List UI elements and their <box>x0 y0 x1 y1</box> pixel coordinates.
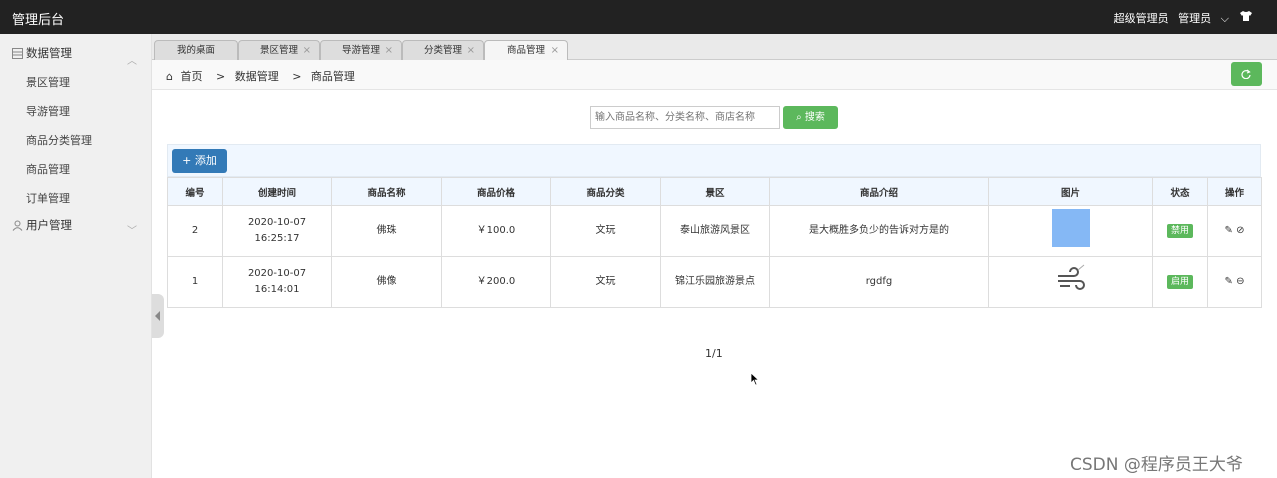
chevron-down-icon: ⌵ <box>1220 12 1229 25</box>
breadcrumb-separator: > <box>292 70 302 83</box>
sidebar-group-data[interactable]: 数据管理 ︿ <box>0 39 151 68</box>
sidebar-item-product[interactable]: 商品管理 <box>0 155 151 184</box>
col-header: 状态 <box>1152 177 1208 206</box>
table-row: 1 2020-10-07 16:14:01 佛像 ￥200.0 文玩 锦江乐园旅… <box>167 256 1262 308</box>
tab-category[interactable]: 分类管理 × <box>402 40 484 60</box>
sidebar-item-category[interactable]: 商品分类管理 <box>0 126 151 155</box>
search-icon: ⌕ <box>796 112 802 123</box>
watermark: CSDN @程序员王大爷 <box>1070 455 1243 475</box>
status-badge: 启用 <box>1166 275 1193 289</box>
cell-time: 2020-10-07 16:14:01 <box>222 256 332 308</box>
sidebar-item-order[interactable]: 订单管理 <box>0 184 151 213</box>
table-toolbar: + 添加 <box>167 144 1261 177</box>
chevron-up-icon: ︿ <box>127 56 137 67</box>
product-table: 编号 创建时间 商品名称 商品价格 商品分类 景区 商品介绍 图片 状态 操作 … <box>167 177 1262 308</box>
cell-id: 2 <box>167 205 223 257</box>
tab-label: 景区管理 <box>259 45 298 56</box>
breadcrumb-separator: > <box>215 70 226 83</box>
tshirt-icon[interactable] <box>1239 9 1253 23</box>
close-icon[interactable]: × <box>303 41 311 61</box>
search-button[interactable]: ⌕ 搜索 <box>783 106 838 129</box>
tab-label: 导游管理 <box>341 45 380 56</box>
cell-intro: 是大概胜多负少的告诉对方是的 <box>769 205 989 257</box>
refresh-button[interactable] <box>1231 62 1262 86</box>
sidebar: 数据管理 ︿ 景区管理 导游管理 商品分类管理 商品管理 订单管理 用户管理 ﹀ <box>0 34 152 478</box>
tab-guide[interactable]: 导游管理 × <box>320 40 402 60</box>
mouse-cursor-icon <box>750 372 760 386</box>
cell-image <box>988 205 1153 257</box>
tab-product[interactable]: 商品管理 × <box>484 40 568 60</box>
minus-circle-icon[interactable]: ⊖ <box>1236 276 1244 287</box>
close-icon[interactable]: × <box>467 41 475 61</box>
pencil-icon[interactable]: ✎ <box>1225 225 1233 236</box>
chevron-down-icon: ﹀ <box>127 226 137 237</box>
table-header-row: 编号 创建时间 商品名称 商品价格 商品分类 景区 商品介绍 图片 状态 操作 <box>167 177 1262 206</box>
plus-icon: + <box>182 154 192 167</box>
breadcrumb: ⌂ 首页 > 数据管理 > 商品管理 <box>166 68 359 84</box>
user-icon <box>12 220 23 231</box>
sidebar-group-label: 用户管理 <box>26 218 72 232</box>
tab-scenic[interactable]: 景区管理 × <box>238 40 320 60</box>
cell-actions: ✎ ⊖ <box>1207 256 1262 308</box>
close-icon[interactable]: × <box>385 41 393 61</box>
cell-category: 文玩 <box>550 205 661 257</box>
breadcrumb-bar: ⌂ 首页 > 数据管理 > 商品管理 <box>152 60 1277 90</box>
cell-scenic: 锦江乐园旅游景点 <box>660 256 770 308</box>
close-icon[interactable]: × <box>551 41 559 61</box>
breadcrumb-home[interactable]: 首页 <box>180 70 202 83</box>
search-button-label: 搜索 <box>804 112 825 123</box>
col-header: 图片 <box>988 177 1153 206</box>
cell-category: 文玩 <box>550 256 661 308</box>
sidebar-item-guide[interactable]: 导游管理 <box>0 97 151 126</box>
user-name[interactable]: 管理员 <box>1178 12 1211 25</box>
col-header: 商品介绍 <box>769 177 989 206</box>
table-row: 2 2020-10-07 16:25:17 佛珠 ￥100.0 文玩 泰山旅游风… <box>167 205 1262 257</box>
add-button[interactable]: + 添加 <box>172 149 227 173</box>
col-header: 创建时间 <box>222 177 332 206</box>
refresh-icon <box>1241 69 1251 79</box>
table-icon <box>12 48 23 59</box>
tab-label: 商品管理 <box>506 45 545 56</box>
col-header: 商品价格 <box>441 177 551 206</box>
tab-label: 我的桌面 <box>176 45 215 56</box>
cell-actions: ✎ ⊘ <box>1207 205 1262 257</box>
sidebar-group-users[interactable]: 用户管理 ﹀ <box>0 213 151 238</box>
cell-name: 佛像 <box>331 256 442 308</box>
add-button-label: 添加 <box>194 154 217 167</box>
cell-status: 禁用 <box>1152 205 1208 257</box>
tab-label: 分类管理 <box>423 45 462 56</box>
role-label: 超级管理员 <box>1113 12 1169 25</box>
cell-time: 2020-10-07 16:25:17 <box>222 205 332 257</box>
col-header: 编号 <box>167 177 223 206</box>
cell-intro: rgdfg <box>769 256 989 308</box>
cell-status: 启用 <box>1152 256 1208 308</box>
pencil-icon[interactable]: ✎ <box>1225 276 1233 287</box>
cell-price: ￥200.0 <box>441 256 551 308</box>
sidebar-group-label: 数据管理 <box>26 46 72 60</box>
pagination: 1/1 <box>705 347 723 360</box>
tab-bar: 我的桌面 景区管理 × 导游管理 × 分类管理 × 商品管理 × <box>152 34 1277 60</box>
top-bar: 管理后台 超级管理员 管理员 ⌵ <box>0 0 1277 34</box>
col-header: 操作 <box>1207 177 1262 206</box>
col-header: 景区 <box>660 177 770 206</box>
cell-name: 佛珠 <box>331 205 442 257</box>
check-circle-icon[interactable]: ⊘ <box>1236 225 1244 236</box>
sidebar-collapse-handle[interactable] <box>152 294 164 338</box>
wind-icon <box>1057 264 1085 290</box>
search-input[interactable] <box>590 106 780 129</box>
tab-desktop[interactable]: 我的桌面 <box>154 40 238 60</box>
col-header: 商品名称 <box>331 177 442 206</box>
brand-title: 管理后台 <box>12 13 65 28</box>
cell-image <box>988 256 1153 308</box>
status-badge: 禁用 <box>1166 224 1193 238</box>
cell-price: ￥100.0 <box>441 205 551 257</box>
breadcrumb-level1[interactable]: 数据管理 <box>235 70 279 83</box>
col-header: 商品分类 <box>550 177 661 206</box>
cell-scenic: 泰山旅游风景区 <box>660 205 770 257</box>
breadcrumb-level2: 商品管理 <box>310 70 355 83</box>
cell-id: 1 <box>167 256 223 308</box>
home-icon: ⌂ <box>166 70 173 83</box>
product-image <box>1051 209 1090 247</box>
user-menu[interactable]: 超级管理员 管理员 ⌵ <box>1108 10 1229 26</box>
